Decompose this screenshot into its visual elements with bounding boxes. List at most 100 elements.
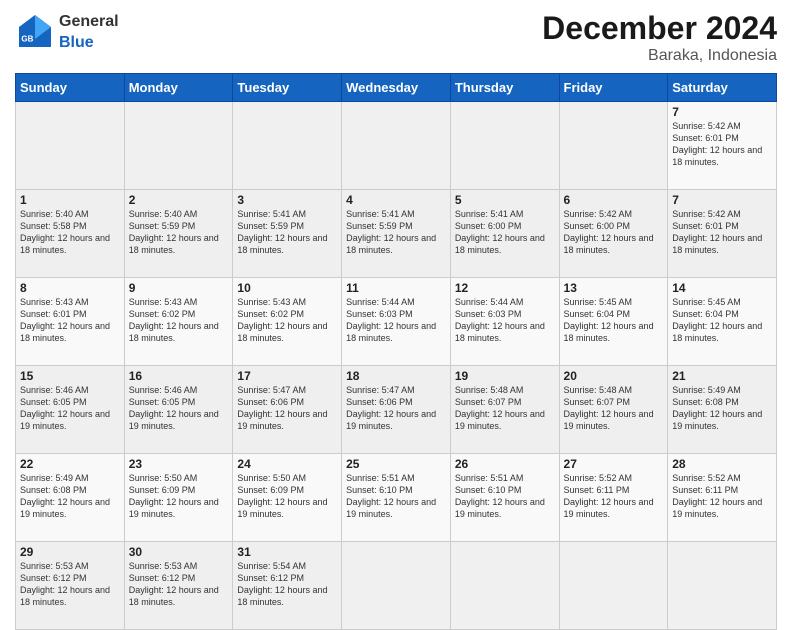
table-row (559, 542, 668, 630)
day-detail: Sunrise: 5:50 AMSunset: 6:09 PMDaylight:… (237, 472, 337, 521)
day-detail: Sunrise: 5:51 AMSunset: 6:10 PMDaylight:… (346, 472, 446, 521)
table-row: 9Sunrise: 5:43 AMSunset: 6:02 PMDaylight… (124, 278, 233, 366)
day-number: 20 (564, 369, 664, 383)
day-number: 8 (20, 281, 120, 295)
title-section: December 2024 Baraka, Indonesia (542, 10, 777, 65)
calendar-week-row: 22Sunrise: 5:49 AMSunset: 6:08 PMDayligh… (16, 454, 777, 542)
day-detail: Sunrise: 5:43 AMSunset: 6:02 PMDaylight:… (129, 296, 229, 345)
day-detail: Sunrise: 5:43 AMSunset: 6:02 PMDaylight:… (237, 296, 337, 345)
table-row: 30Sunrise: 5:53 AMSunset: 6:12 PMDayligh… (124, 542, 233, 630)
table-row (450, 102, 559, 190)
day-number: 27 (564, 457, 664, 471)
table-row (668, 542, 777, 630)
logo-icon: GB (15, 11, 55, 51)
table-row: 3Sunrise: 5:41 AMSunset: 5:59 PMDaylight… (233, 190, 342, 278)
day-detail: Sunrise: 5:41 AMSunset: 6:00 PMDaylight:… (455, 208, 555, 257)
table-row (342, 102, 451, 190)
col-sunday: Sunday (16, 74, 125, 102)
table-row: 24Sunrise: 5:50 AMSunset: 6:09 PMDayligh… (233, 454, 342, 542)
table-row (124, 102, 233, 190)
table-row: 12Sunrise: 5:44 AMSunset: 6:03 PMDayligh… (450, 278, 559, 366)
day-number: 21 (672, 369, 772, 383)
day-detail: Sunrise: 5:51 AMSunset: 6:10 PMDaylight:… (455, 472, 555, 521)
table-row: 27Sunrise: 5:52 AMSunset: 6:11 PMDayligh… (559, 454, 668, 542)
table-row: 23Sunrise: 5:50 AMSunset: 6:09 PMDayligh… (124, 454, 233, 542)
table-row: 25Sunrise: 5:51 AMSunset: 6:10 PMDayligh… (342, 454, 451, 542)
day-number: 3 (237, 193, 337, 207)
page: GB General Blue December 2024 Baraka, In… (0, 0, 792, 612)
table-row: 19Sunrise: 5:48 AMSunset: 6:07 PMDayligh… (450, 366, 559, 454)
day-detail: Sunrise: 5:49 AMSunset: 6:08 PMDaylight:… (20, 472, 120, 521)
day-number: 11 (346, 281, 446, 295)
table-row: 1Sunrise: 5:40 AMSunset: 5:58 PMDaylight… (16, 190, 125, 278)
day-detail: Sunrise: 5:54 AMSunset: 6:12 PMDaylight:… (237, 560, 337, 609)
day-number: 7 (672, 193, 772, 207)
calendar-week-row: 7Sunrise: 5:42 AMSunset: 6:01 PMDaylight… (16, 102, 777, 190)
logo-general-text: General (59, 13, 119, 30)
day-number: 12 (455, 281, 555, 295)
day-number: 6 (564, 193, 664, 207)
col-saturday: Saturday (668, 74, 777, 102)
table-row: 20Sunrise: 5:48 AMSunset: 6:07 PMDayligh… (559, 366, 668, 454)
day-number: 18 (346, 369, 446, 383)
day-detail: Sunrise: 5:53 AMSunset: 6:12 PMDaylight:… (129, 560, 229, 609)
calendar-week-row: 15Sunrise: 5:46 AMSunset: 6:05 PMDayligh… (16, 366, 777, 454)
table-row (559, 102, 668, 190)
day-detail: Sunrise: 5:49 AMSunset: 6:08 PMDaylight:… (672, 384, 772, 433)
day-detail: Sunrise: 5:42 AMSunset: 6:01 PMDaylight:… (672, 120, 772, 169)
table-row: 6Sunrise: 5:42 AMSunset: 6:00 PMDaylight… (559, 190, 668, 278)
day-number: 19 (455, 369, 555, 383)
day-number: 26 (455, 457, 555, 471)
svg-text:GB: GB (21, 34, 33, 43)
day-number: 10 (237, 281, 337, 295)
table-row (233, 102, 342, 190)
col-monday: Monday (124, 74, 233, 102)
table-row: 13Sunrise: 5:45 AMSunset: 6:04 PMDayligh… (559, 278, 668, 366)
day-detail: Sunrise: 5:47 AMSunset: 6:06 PMDaylight:… (346, 384, 446, 433)
day-detail: Sunrise: 5:52 AMSunset: 6:11 PMDaylight:… (564, 472, 664, 521)
day-detail: Sunrise: 5:44 AMSunset: 6:03 PMDaylight:… (346, 296, 446, 345)
logo: GB General Blue (15, 10, 119, 52)
col-tuesday: Tuesday (233, 74, 342, 102)
table-row: 21Sunrise: 5:49 AMSunset: 6:08 PMDayligh… (668, 366, 777, 454)
day-number: 1 (20, 193, 120, 207)
day-number: 24 (237, 457, 337, 471)
day-number: 23 (129, 457, 229, 471)
day-number: 28 (672, 457, 772, 471)
day-number: 29 (20, 545, 120, 559)
table-row: 5Sunrise: 5:41 AMSunset: 6:00 PMDaylight… (450, 190, 559, 278)
col-friday: Friday (559, 74, 668, 102)
day-detail: Sunrise: 5:40 AMSunset: 5:58 PMDaylight:… (20, 208, 120, 257)
table-row: 7Sunrise: 5:42 AMSunset: 6:01 PMDaylight… (668, 102, 777, 190)
calendar-week-row: 8Sunrise: 5:43 AMSunset: 6:01 PMDaylight… (16, 278, 777, 366)
day-number: 22 (20, 457, 120, 471)
day-detail: Sunrise: 5:53 AMSunset: 6:12 PMDaylight:… (20, 560, 120, 609)
day-detail: Sunrise: 5:42 AMSunset: 6:00 PMDaylight:… (564, 208, 664, 257)
table-row: 7Sunrise: 5:42 AMSunset: 6:01 PMDaylight… (668, 190, 777, 278)
day-number: 2 (129, 193, 229, 207)
table-row: 17Sunrise: 5:47 AMSunset: 6:06 PMDayligh… (233, 366, 342, 454)
table-row: 22Sunrise: 5:49 AMSunset: 6:08 PMDayligh… (16, 454, 125, 542)
main-title: December 2024 (542, 10, 777, 47)
header: GB General Blue December 2024 Baraka, In… (15, 10, 777, 65)
col-thursday: Thursday (450, 74, 559, 102)
day-detail: Sunrise: 5:47 AMSunset: 6:06 PMDaylight:… (237, 384, 337, 433)
table-row: 8Sunrise: 5:43 AMSunset: 6:01 PMDaylight… (16, 278, 125, 366)
day-number: 9 (129, 281, 229, 295)
table-row: 29Sunrise: 5:53 AMSunset: 6:12 PMDayligh… (16, 542, 125, 630)
day-number: 16 (129, 369, 229, 383)
day-number: 4 (346, 193, 446, 207)
day-detail: Sunrise: 5:45 AMSunset: 6:04 PMDaylight:… (672, 296, 772, 345)
table-row: 16Sunrise: 5:46 AMSunset: 6:05 PMDayligh… (124, 366, 233, 454)
day-number: 31 (237, 545, 337, 559)
table-row: 18Sunrise: 5:47 AMSunset: 6:06 PMDayligh… (342, 366, 451, 454)
day-detail: Sunrise: 5:46 AMSunset: 6:05 PMDaylight:… (129, 384, 229, 433)
table-row: 15Sunrise: 5:46 AMSunset: 6:05 PMDayligh… (16, 366, 125, 454)
table-row: 26Sunrise: 5:51 AMSunset: 6:10 PMDayligh… (450, 454, 559, 542)
calendar-week-row: 29Sunrise: 5:53 AMSunset: 6:12 PMDayligh… (16, 542, 777, 630)
table-row (342, 542, 451, 630)
day-number: 7 (672, 105, 772, 119)
day-detail: Sunrise: 5:40 AMSunset: 5:59 PMDaylight:… (129, 208, 229, 257)
table-row: 4Sunrise: 5:41 AMSunset: 5:59 PMDaylight… (342, 190, 451, 278)
day-number: 17 (237, 369, 337, 383)
